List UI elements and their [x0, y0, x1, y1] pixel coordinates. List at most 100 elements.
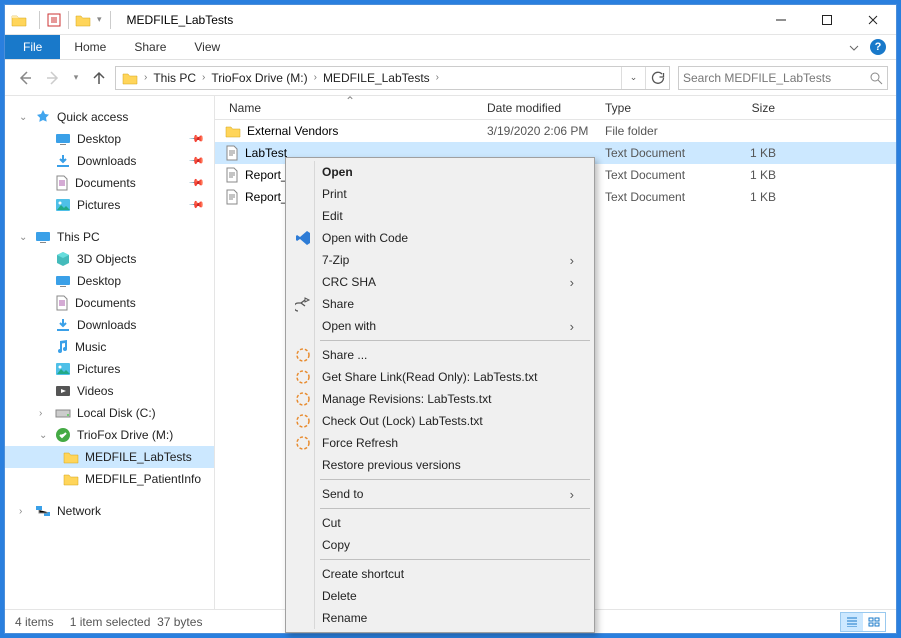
menu-edit[interactable]: Edit: [288, 205, 592, 227]
sidebar-documents-pc[interactable]: Documents: [5, 292, 214, 314]
menu-open-with-code[interactable]: Open with Code: [288, 227, 592, 249]
menu-delete[interactable]: Delete: [288, 585, 592, 607]
search-input[interactable]: Search MEDFILE_LabTests: [678, 66, 888, 90]
minimize-button[interactable]: [758, 5, 804, 34]
sidebar-medfile-patientinfo[interactable]: MEDFILE_PatientInfo: [5, 468, 214, 490]
refresh-button[interactable]: [645, 67, 669, 89]
breadcrumb-drive[interactable]: TrioFox Drive (M:): [207, 67, 311, 89]
cube-icon: [55, 251, 71, 267]
menu-print[interactable]: Print: [288, 183, 592, 205]
nav-back-button[interactable]: [13, 66, 37, 90]
status-selected: 1 item selected: [70, 615, 151, 629]
folder-icon: [11, 13, 27, 27]
sidebar-this-pc[interactable]: ⌄ This PC: [5, 226, 214, 248]
pin-icon: 📌: [187, 197, 204, 214]
pictures-icon: [55, 362, 71, 376]
sidebar-downloads[interactable]: Downloads 📌: [5, 150, 214, 172]
file-type: Text Document: [595, 168, 710, 182]
menu-cut[interactable]: Cut: [288, 512, 592, 534]
sidebar-desktop[interactable]: Desktop 📌: [5, 128, 214, 150]
menu-share-system[interactable]: Share: [288, 293, 592, 315]
menu-get-share-link[interactable]: Get Share Link(Read Only): LabTests.txt: [288, 366, 592, 388]
menu-open-with[interactable]: Open with›: [288, 315, 592, 337]
chevron-right-icon[interactable]: ›: [39, 408, 42, 419]
chevron-down-icon[interactable]: ⌄: [19, 112, 27, 123]
menu-copy[interactable]: Copy: [288, 534, 592, 556]
menu-send-to[interactable]: Send to›: [288, 483, 592, 505]
maximize-button[interactable]: [804, 5, 850, 34]
view-thumbnails-button[interactable]: [863, 613, 885, 631]
chevron-right-icon: ›: [570, 487, 574, 502]
menu-crc-sha[interactable]: CRC SHA›: [288, 271, 592, 293]
chevron-right-icon: ›: [570, 253, 574, 268]
ribbon-expand-icon[interactable]: [848, 41, 860, 53]
sidebar-music[interactable]: Music: [5, 336, 214, 358]
chevron-right-icon[interactable]: ›: [19, 506, 22, 517]
sidebar-pictures[interactable]: Pictures 📌: [5, 194, 214, 216]
file-row-folder[interactable]: External Vendors 3/19/2020 2:06 PM File …: [215, 120, 896, 142]
sidebar-desktop-pc[interactable]: Desktop: [5, 270, 214, 292]
column-name[interactable]: Name: [215, 96, 477, 119]
sidebar-triofox-drive[interactable]: ⌄ TrioFox Drive (M:): [5, 424, 214, 446]
share-icon: [294, 295, 312, 313]
titlebar: ▾ MEDFILE_LabTests: [5, 5, 896, 35]
window-title: MEDFILE_LabTests: [127, 13, 234, 27]
menu-share-ellipsis[interactable]: Share ...: [288, 344, 592, 366]
chevron-right-icon[interactable]: ›: [142, 72, 149, 83]
breadcrumb-thispc[interactable]: This PC: [149, 67, 200, 89]
chevron-down-icon[interactable]: ⌄: [19, 232, 27, 243]
sidebar-medfile-labtests[interactable]: MEDFILE_LabTests: [5, 446, 214, 468]
chevron-right-icon[interactable]: ›: [312, 72, 319, 83]
chevron-down-icon[interactable]: ⌄: [39, 430, 47, 441]
address-bar[interactable]: › This PC › TrioFox Drive (M:) › MEDFILE…: [115, 66, 670, 90]
column-size[interactable]: Size: [710, 96, 790, 119]
menu-restore-versions[interactable]: Restore previous versions: [288, 454, 592, 476]
menu-create-shortcut[interactable]: Create shortcut: [288, 563, 592, 585]
sidebar-quick-access[interactable]: ⌄ Quick access: [5, 106, 214, 128]
triofox-icon: [294, 368, 312, 386]
column-type[interactable]: Type: [595, 96, 710, 119]
chevron-right-icon: ›: [570, 319, 574, 334]
close-button[interactable]: [850, 5, 896, 34]
sidebar-local-disk[interactable]: › Local Disk (C:): [5, 402, 214, 424]
chevron-right-icon[interactable]: ›: [434, 72, 441, 83]
pictures-icon: [55, 198, 71, 212]
address-dropdown-button[interactable]: ⌄: [621, 67, 645, 89]
view-details-button[interactable]: [841, 613, 863, 631]
menu-manage-revisions[interactable]: Manage Revisions: LabTests.txt: [288, 388, 592, 410]
file-size: 1 KB: [710, 168, 790, 182]
qat-properties-icon[interactable]: [46, 12, 62, 28]
chevron-right-icon[interactable]: ›: [200, 72, 207, 83]
menu-7zip[interactable]: 7-Zip›: [288, 249, 592, 271]
search-placeholder: Search MEDFILE_LabTests: [683, 71, 869, 85]
sidebar-network[interactable]: › Network: [5, 500, 214, 522]
menu-rename[interactable]: Rename: [288, 607, 592, 629]
nav-up-button[interactable]: [87, 66, 111, 90]
tab-home[interactable]: Home: [60, 35, 120, 59]
breadcrumb-folder[interactable]: MEDFILE_LabTests: [319, 67, 434, 89]
file-name: LabTest: [245, 146, 287, 160]
tab-share[interactable]: Share: [120, 35, 180, 59]
column-date[interactable]: Date modified: [477, 96, 595, 119]
sidebar-videos[interactable]: Videos: [5, 380, 214, 402]
file-size: 1 KB: [710, 190, 790, 204]
nav-forward-button[interactable]: [41, 66, 65, 90]
pc-icon: [35, 230, 51, 244]
sidebar-documents[interactable]: Documents 📌: [5, 172, 214, 194]
qat-dropdown-icon[interactable]: ▾: [95, 14, 104, 25]
tab-file[interactable]: File: [5, 35, 60, 59]
sidebar-3d-objects[interactable]: 3D Objects: [5, 248, 214, 270]
network-icon: [35, 504, 51, 518]
nav-recent-dropdown[interactable]: ▾: [69, 66, 83, 90]
tab-view[interactable]: View: [180, 35, 234, 59]
menu-open[interactable]: Open: [288, 161, 592, 183]
help-icon[interactable]: ?: [870, 39, 886, 55]
qat-newfolder-icon[interactable]: [75, 13, 91, 27]
downloads-icon: [55, 153, 71, 169]
menu-force-refresh[interactable]: Force Refresh: [288, 432, 592, 454]
sidebar-downloads-pc[interactable]: Downloads: [5, 314, 214, 336]
menu-check-out[interactable]: Check Out (Lock) LabTests.txt: [288, 410, 592, 432]
chevron-right-icon: ›: [570, 275, 574, 290]
downloads-icon: [55, 317, 71, 333]
sidebar-pictures-pc[interactable]: Pictures: [5, 358, 214, 380]
